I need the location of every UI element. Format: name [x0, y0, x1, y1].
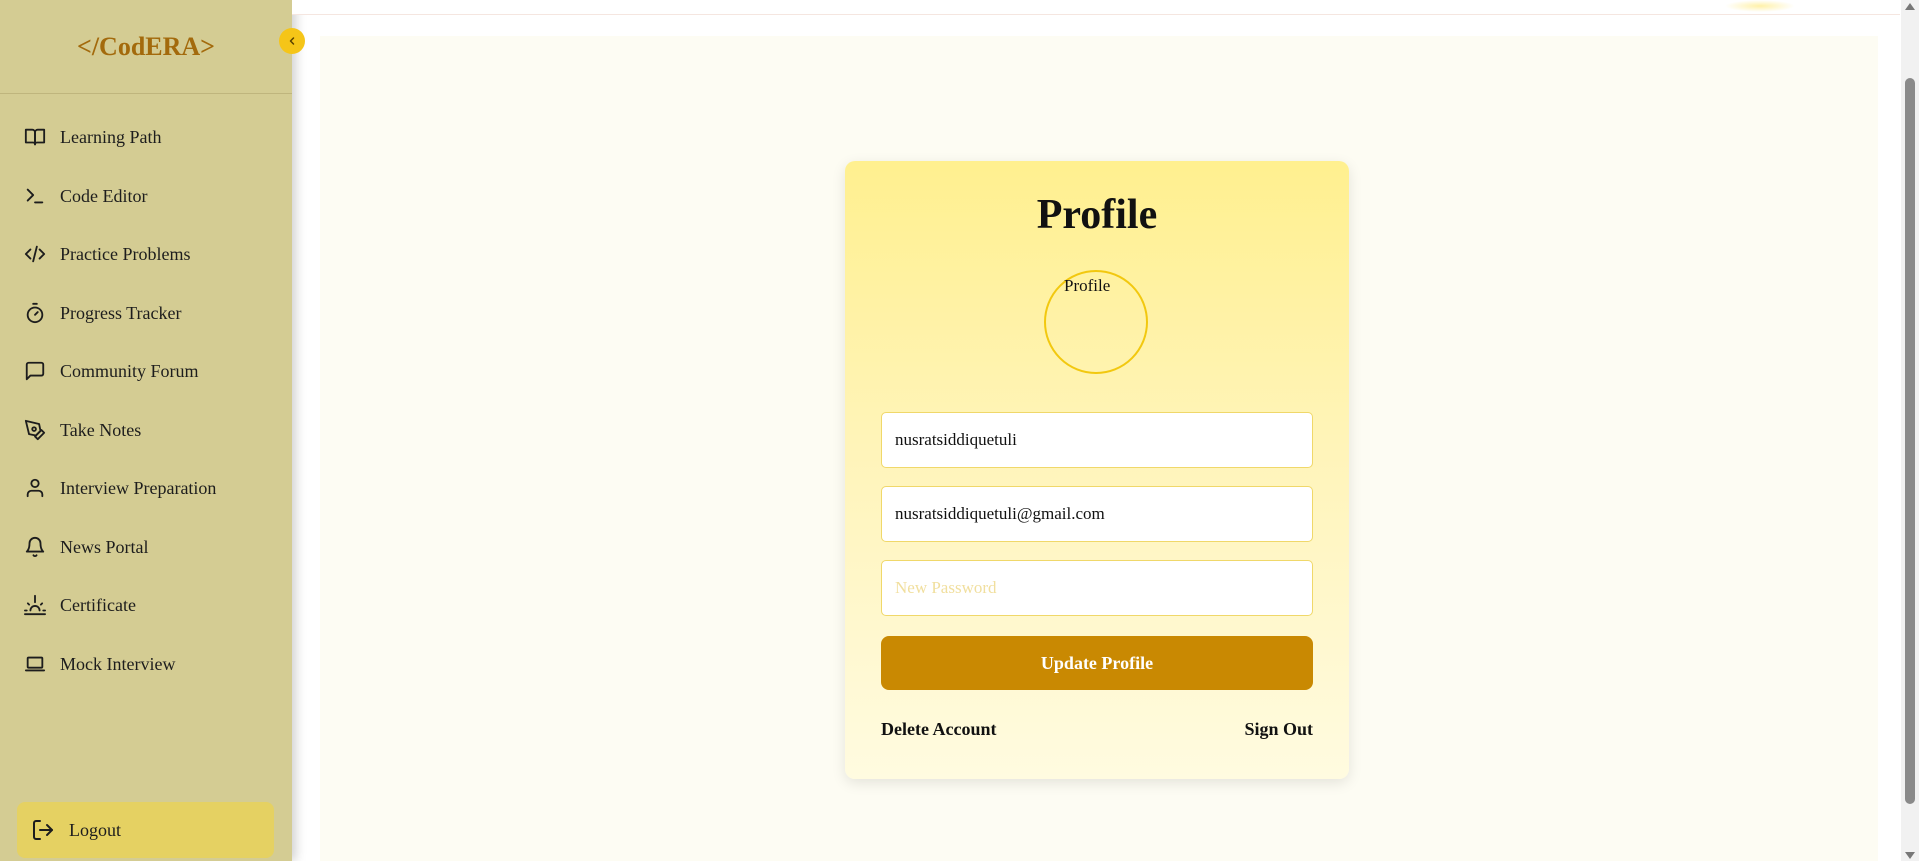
sidebar-item-label: Progress Tracker: [60, 302, 182, 323]
page-title: Profile: [1036, 192, 1158, 238]
top-decoration: [1725, 0, 1795, 12]
sidebar-item-certificate[interactable]: Certificate: [24, 587, 136, 623]
sidebar-item-progress-tracker[interactable]: Progress Tracker: [24, 295, 182, 331]
email-field[interactable]: [881, 486, 1313, 542]
chat-icon: [24, 360, 46, 382]
chevron-left-icon: [289, 37, 295, 45]
sidebar-item-code-editor[interactable]: Code Editor: [24, 178, 148, 214]
avatar-alt-text: Profile: [1064, 276, 1111, 295]
terminal-icon: [24, 185, 46, 207]
book-icon: [24, 126, 46, 148]
logout-label: Logout: [69, 819, 121, 840]
sidebar-item-label: Take Notes: [60, 419, 142, 440]
top-bar: [292, 0, 1900, 15]
sidebar-item-label: Code Editor: [60, 185, 148, 206]
pen-icon: [24, 419, 46, 441]
sidebar-item-practice-problems[interactable]: Practice Problems: [24, 236, 190, 272]
bell-icon: [24, 536, 46, 558]
logout-icon: [31, 818, 55, 842]
username-field[interactable]: [881, 412, 1313, 468]
timer-icon: [24, 302, 46, 324]
sidebar-item-label: News Portal: [60, 536, 149, 557]
sidebar: </CodERA> Learning Path Code Editor Prac…: [0, 0, 292, 861]
update-profile-button[interactable]: Update Profile: [881, 636, 1313, 690]
sidebar-collapse-button[interactable]: [279, 28, 305, 54]
sign-out-button[interactable]: Sign Out: [1244, 719, 1313, 740]
sidebar-item-label: Community Forum: [60, 360, 199, 381]
delete-account-button[interactable]: Delete Account: [881, 719, 996, 740]
user-icon: [24, 477, 46, 499]
laptop-icon: [24, 653, 46, 675]
sidebar-item-mock-interview[interactable]: Mock Interview: [24, 646, 175, 682]
code-icon: [24, 243, 46, 265]
sidebar-item-label: Learning Path: [60, 126, 162, 147]
brand-logo[interactable]: </CodERA>: [0, 0, 292, 94]
sunrise-icon: [24, 594, 46, 616]
sidebar-item-community-forum[interactable]: Community Forum: [24, 353, 199, 389]
sidebar-item-label: Interview Preparation: [60, 477, 217, 498]
sidebar-item-interview-preparation[interactable]: Interview Preparation: [24, 470, 216, 506]
sidebar-item-label: Mock Interview: [60, 653, 176, 674]
sidebar-item-label: Certificate: [60, 594, 136, 615]
new-password-field[interactable]: [881, 560, 1313, 616]
sidebar-item-take-notes[interactable]: Take Notes: [24, 412, 141, 448]
logout-button[interactable]: Logout: [17, 802, 274, 858]
scroll-up-arrow-icon[interactable]: [1905, 3, 1915, 10]
profile-card: Profile Profile Update Profile Delete Ac…: [845, 161, 1349, 779]
scrollbar-thumb[interactable]: [1905, 78, 1915, 804]
sidebar-item-learning-path[interactable]: Learning Path: [24, 119, 161, 155]
avatar[interactable]: Profile: [1044, 270, 1148, 374]
scroll-down-arrow-icon[interactable]: [1905, 852, 1915, 859]
sidebar-item-news-portal[interactable]: News Portal: [24, 529, 149, 565]
sidebar-item-label: Practice Problems: [60, 243, 191, 264]
